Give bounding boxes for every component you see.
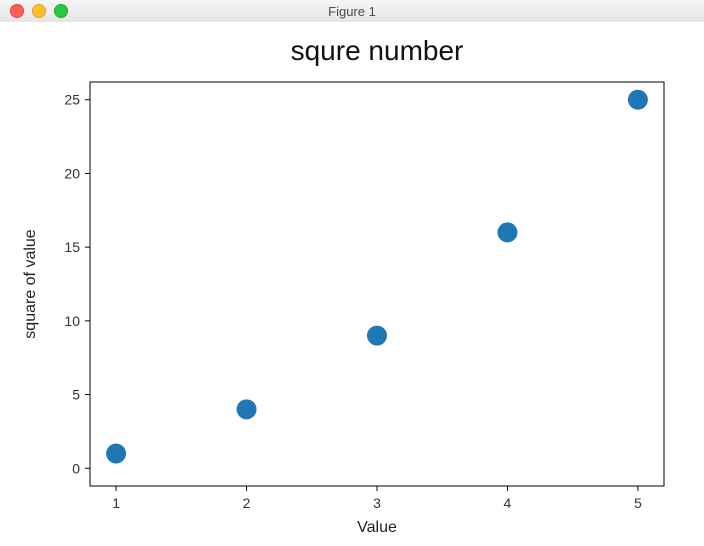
- data-point: [367, 326, 387, 346]
- chart-title: squre number: [291, 35, 464, 66]
- x-tick-label: 1: [112, 495, 120, 511]
- data-point: [628, 90, 648, 110]
- figure-canvas: 1 2 3 4 5 0 5 10 15 20 25 Value square of value squre…: [0, 22, 704, 546]
- y-tick-label: 15: [64, 239, 80, 255]
- scatter-chart: 1 2 3 4 5 0 5 10 15 20 25 Value square of value squre…: [0, 22, 704, 546]
- x-tick-label: 2: [243, 495, 251, 511]
- plot-frame: [90, 82, 664, 486]
- y-tick-label: 20: [64, 165, 80, 181]
- x-axis-label: Value: [357, 519, 397, 536]
- x-tick-label: 3: [373, 495, 381, 511]
- titlebar: Figure 1: [0, 0, 704, 23]
- data-point: [497, 222, 517, 242]
- y-tick-label: 25: [64, 92, 80, 108]
- y-tick-label: 10: [64, 313, 80, 329]
- app-window: Figure 1 1 2 3 4 5 0 5 10 15 20 25 Value square of v…: [0, 0, 704, 546]
- window-title: Figure 1: [0, 4, 704, 19]
- x-tick-label: 5: [634, 495, 642, 511]
- y-axis-label: square of value: [22, 229, 39, 339]
- data-point: [106, 444, 126, 464]
- y-tick-label: 0: [72, 460, 80, 476]
- data-point: [237, 399, 257, 419]
- y-tick-label: 5: [72, 387, 80, 403]
- x-tick-label: 4: [504, 495, 512, 511]
